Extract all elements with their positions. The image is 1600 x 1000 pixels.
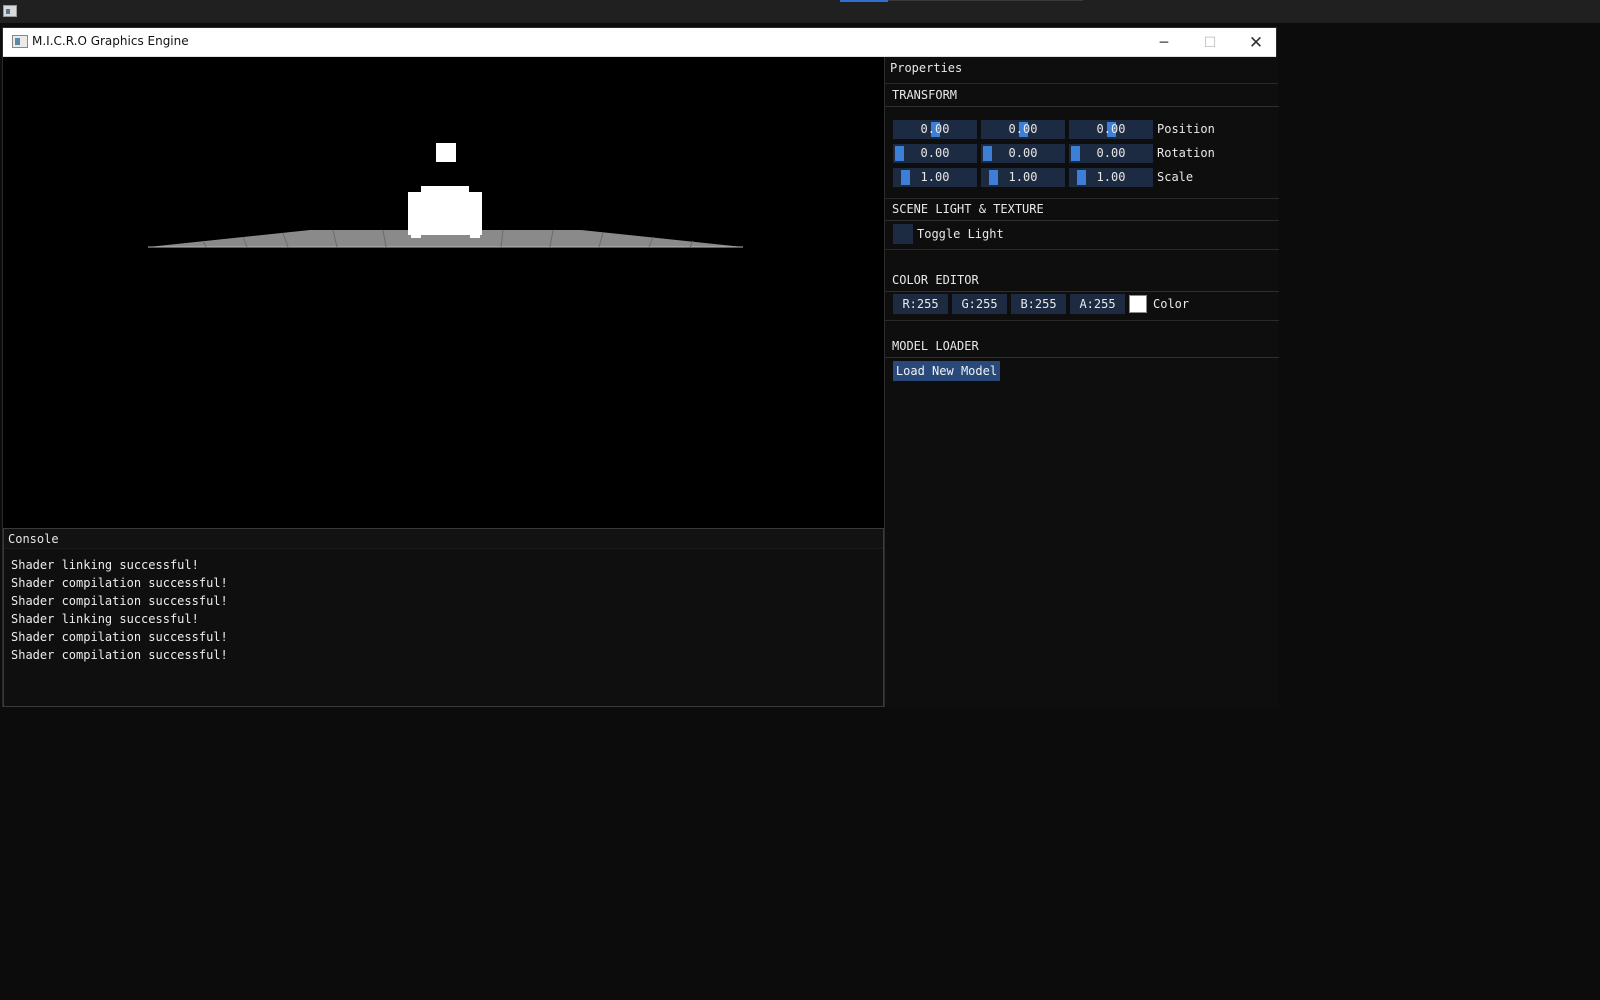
taskbar-divider: [888, 0, 1083, 1]
properties-title: Properties: [885, 57, 1278, 84]
model-foot-right: [470, 233, 480, 238]
separator: [885, 249, 1279, 250]
section-transform[interactable]: TRANSFORM: [885, 84, 1279, 107]
render-viewport[interactable]: [3, 57, 884, 528]
rotation-y-field[interactable]: 0.00: [981, 144, 1065, 163]
color-a-field[interactable]: A:255: [1070, 294, 1125, 314]
slider-grab[interactable]: [989, 170, 998, 185]
window-title: M.I.C.R.O Graphics Engine: [32, 34, 189, 48]
scale-x-field[interactable]: 1.00: [893, 168, 977, 187]
scale-z-field[interactable]: 1.00: [1069, 168, 1153, 187]
log-line: Shader compilation successful!: [11, 594, 228, 608]
color-label: Color: [1153, 297, 1190, 311]
taskbar: [0, 0, 1600, 23]
console-title: Console: [4, 529, 883, 549]
log-line: Shader compilation successful!: [11, 576, 228, 590]
close-icon[interactable]: ✕: [1233, 28, 1279, 57]
console-panel: Console Shader linking successful! Shade…: [3, 528, 884, 707]
maximize-icon[interactable]: ☐: [1187, 28, 1233, 57]
scale-y-field[interactable]: 1.00: [981, 168, 1065, 187]
slider-grab[interactable]: [901, 170, 910, 185]
toggle-light-checkbox[interactable]: [893, 224, 913, 244]
log-line: Shader compilation successful!: [11, 648, 228, 662]
title-bar[interactable]: M.I.C.R.O Graphics Engine ─ ☐ ✕: [3, 28, 1276, 57]
rotation-x-field[interactable]: 0.00: [893, 144, 977, 163]
slider-grab[interactable]: [1077, 170, 1086, 185]
log-line: Shader linking successful!: [11, 612, 199, 626]
properties-panel: Properties TRANSFORM 0.00 0.00 0.00 Posi…: [884, 57, 1279, 707]
section-color-editor[interactable]: COLOR EDITOR: [885, 269, 1279, 292]
light-cube: [436, 143, 456, 162]
color-g-field[interactable]: G:255: [952, 294, 1007, 314]
minimize-icon[interactable]: ─: [1141, 28, 1187, 57]
app-icon: [12, 35, 28, 48]
model-top: [421, 186, 469, 194]
slider-grab[interactable]: [1071, 146, 1080, 161]
console-log[interactable]: Shader linking successful! Shader compil…: [4, 549, 883, 664]
rotation-z-field[interactable]: 0.00: [1069, 144, 1153, 163]
model-body: [408, 192, 482, 235]
section-model-loader[interactable]: MODEL LOADER: [885, 335, 1279, 358]
scene-render: [148, 143, 743, 248]
separator: [885, 320, 1279, 321]
color-r-field[interactable]: R:255: [893, 294, 948, 314]
slider-grab[interactable]: [983, 146, 992, 161]
taskbar-app-icon[interactable]: [3, 5, 17, 17]
position-label: Position: [1157, 122, 1215, 136]
scale-label: Scale: [1157, 170, 1194, 184]
section-scene-light[interactable]: SCENE LIGHT & TEXTURE: [885, 198, 1279, 221]
model-foot-left: [411, 233, 421, 238]
slider-grab[interactable]: [895, 146, 904, 161]
color-swatch[interactable]: [1129, 295, 1147, 313]
position-y-field[interactable]: 0.00: [981, 120, 1065, 139]
taskbar-active-indicator: [840, 0, 888, 2]
color-editor-row: R:255 G:255 B:255 A:255 Color: [893, 294, 1273, 314]
toggle-light-label[interactable]: Toggle Light: [917, 227, 1004, 241]
position-x-field[interactable]: 0.00: [893, 120, 977, 139]
position-z-field[interactable]: 0.00: [1069, 120, 1153, 139]
rotation-label: Rotation: [1157, 146, 1215, 160]
color-b-field[interactable]: B:255: [1011, 294, 1066, 314]
log-line: Shader compilation successful!: [11, 630, 228, 644]
log-line: Shader linking successful!: [11, 558, 199, 572]
app-window: M.I.C.R.O Graphics Engine ─ ☐ ✕ Console …: [2, 27, 1279, 707]
load-model-button[interactable]: Load New Model: [893, 361, 1000, 381]
